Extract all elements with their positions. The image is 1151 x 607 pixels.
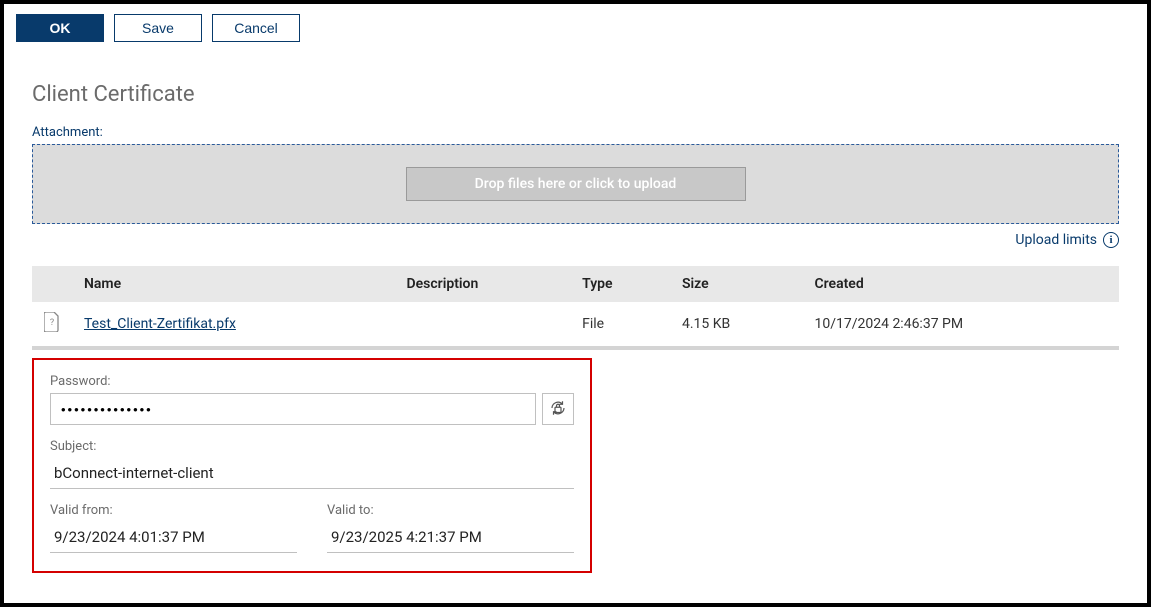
valid-from-label: Valid from: xyxy=(50,503,297,518)
col-type[interactable]: Type xyxy=(570,266,670,302)
info-icon[interactable]: i xyxy=(1103,232,1119,248)
ok-button[interactable]: OK xyxy=(16,14,104,42)
password-label: Password: xyxy=(50,374,574,389)
valid-from-value: 9/23/2024 4:01:37 PM xyxy=(50,522,297,553)
cell-size: 4.15 KB xyxy=(670,302,803,348)
cancel-button[interactable]: Cancel xyxy=(212,14,300,42)
lock-refresh-icon xyxy=(549,399,567,420)
col-created[interactable]: Created xyxy=(802,266,1119,302)
cell-type: File xyxy=(570,302,670,348)
subject-value: bConnect-internet-client xyxy=(50,458,574,489)
attachment-label: Attachment: xyxy=(32,125,1119,140)
section-title: Client Certificate xyxy=(32,82,1119,107)
valid-to-value: 9/23/2025 4:21:37 PM xyxy=(327,522,574,553)
col-name[interactable]: Name xyxy=(72,266,395,302)
svg-text:?: ? xyxy=(50,318,54,328)
table-header-row: Name Description Type Size Created xyxy=(32,266,1119,302)
toolbar: OK Save Cancel xyxy=(4,4,1147,50)
content-area: Client Certificate Attachment: Drop file… xyxy=(4,50,1147,593)
attachments-table: Name Description Type Size Created ? xyxy=(32,266,1119,350)
save-button[interactable]: Save xyxy=(114,14,202,42)
upload-limits-link[interactable]: Upload limits xyxy=(1015,232,1097,248)
certificate-details-panel: Password: Subj xyxy=(32,358,592,573)
attachment-dropzone[interactable]: Drop files here or click to upload xyxy=(32,144,1119,224)
table-row[interactable]: ? Test_Client-Zertifikat.pfx File 4.15 K… xyxy=(32,302,1119,348)
valid-to-label: Valid to: xyxy=(327,503,574,518)
file-name-link[interactable]: Test_Client-Zertifikat.pfx xyxy=(84,316,236,332)
col-description[interactable]: Description xyxy=(395,266,571,302)
subject-label: Subject: xyxy=(50,439,574,454)
app-frame: OK Save Cancel Client Certificate Attach… xyxy=(0,0,1151,607)
upload-button[interactable]: Drop files here or click to upload xyxy=(406,167,746,201)
cell-description xyxy=(395,302,571,348)
file-icon: ? xyxy=(44,312,60,332)
cell-created: 10/17/2024 2:46:37 PM xyxy=(802,302,1119,348)
password-input[interactable] xyxy=(50,393,536,425)
reveal-password-button[interactable] xyxy=(542,393,574,425)
col-size[interactable]: Size xyxy=(670,266,803,302)
